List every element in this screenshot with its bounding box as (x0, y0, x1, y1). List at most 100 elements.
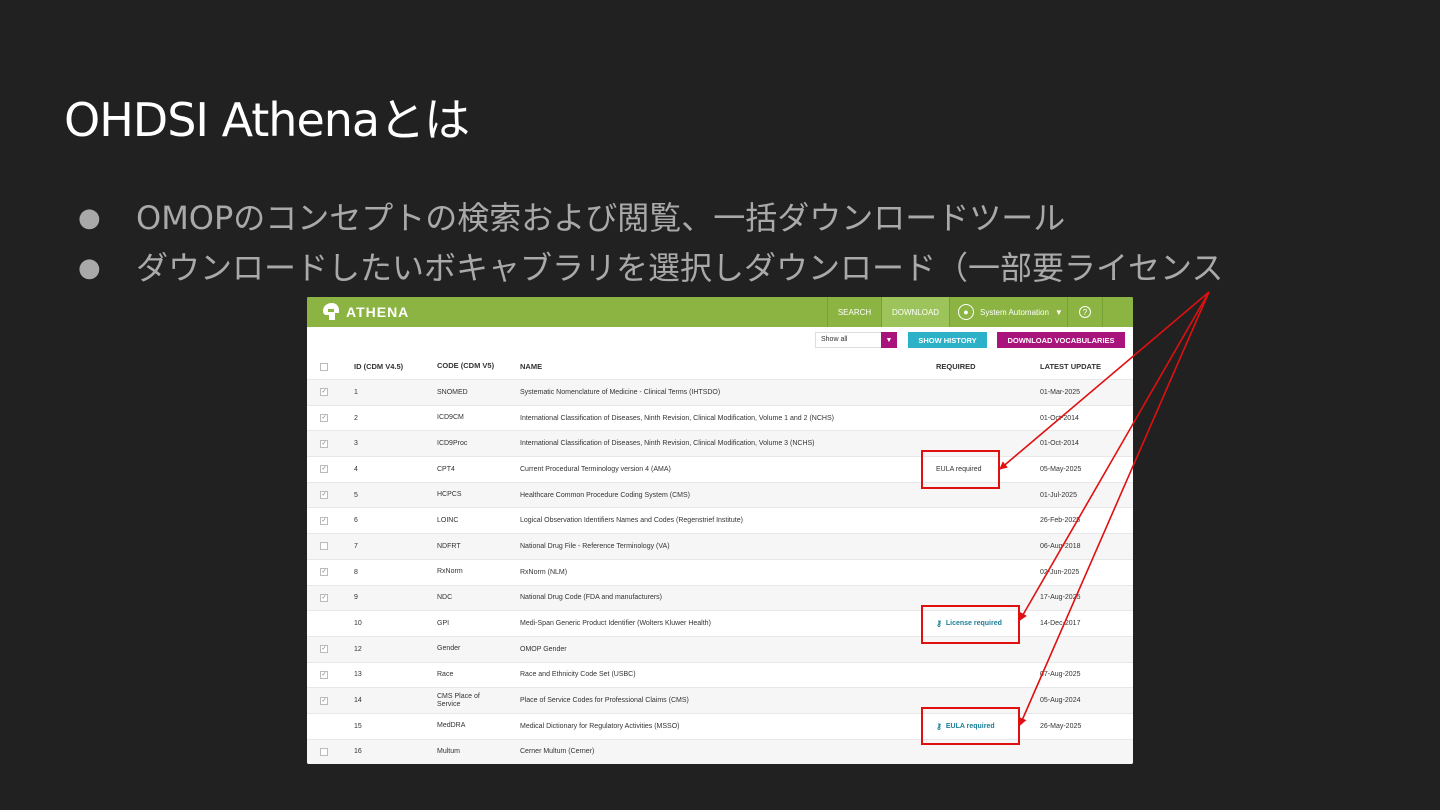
athena-helmet-icon (323, 303, 339, 320)
cell-latest-update: 06-Aug-2018 (1040, 542, 1081, 550)
cell-name: Healthcare Common Procedure Coding Syste… (520, 491, 691, 499)
cell-name: Logical Observation Identifiers Names an… (520, 517, 743, 525)
logo-text: ATHENA (346, 304, 410, 320)
cell-id: 6 (354, 517, 358, 525)
row-checkbox[interactable]: ✓ (320, 508, 330, 533)
cell-id: 5 (354, 491, 358, 499)
bullet-list: ● OMOPのコンセプトの検索および閲覧、一括ダウンロードツール ● ダウンロードし… (78, 196, 1223, 296)
cell-name: Current Procedural Terminology version 4… (520, 465, 671, 473)
slide-title: OHDSI Athenaとは (64, 93, 470, 147)
row-checkbox[interactable]: ✓ (320, 483, 330, 508)
cell-id: 12 (354, 645, 362, 653)
cell-code: ICD9Proc (437, 439, 468, 447)
help-button[interactable]: ? (1067, 297, 1103, 327)
table-row[interactable]: ✓ 1 SNOMED Systematic Nomenclature of Medic… (307, 379, 1133, 405)
cell-name: Cerner Multum (Cerner) (520, 748, 595, 756)
help-icon: ? (1079, 306, 1091, 318)
row-checkbox[interactable]: ✓ (320, 380, 330, 405)
bullet-text: ダウンロードしたいボキャブラリを選択しダウンロード（一部要ライセンス (136, 249, 1224, 287)
chevron-down-icon: ▼ (1054, 307, 1063, 317)
cell-id: 9 (354, 594, 358, 602)
cell-name: Systematic Nomenclature of Medicine - Cl… (520, 388, 721, 396)
chevron-down-icon[interactable]: ▼ (881, 332, 897, 348)
cell-latest-update: 01-Jul-2025 (1040, 491, 1077, 499)
bullet-glyph: ● (78, 203, 101, 233)
column-header-latest-update[interactable]: LATEST UPDATE (1040, 354, 1101, 379)
row-checkbox[interactable]: ✓ (320, 406, 330, 431)
cell-latest-update: 26-Feb-2025 (1040, 517, 1081, 525)
cell-code: RxNorm (437, 568, 463, 576)
bullet-item: ● OMOPのコンセプトの検索および閲覧、一括ダウンロードツール (78, 196, 1223, 246)
show-history-button[interactable]: SHOW HISTORY (908, 332, 987, 348)
table-row[interactable]: ✓ 5 HCPCS Healthcare Common Procedure Codin… (307, 481, 1133, 508)
athena-logo[interactable]: ATHENA (320, 302, 409, 322)
column-header-required[interactable]: REQUIRED (936, 354, 976, 379)
cell-latest-update: 17-Aug-2025 (1040, 594, 1081, 602)
cell-latest-update: 01-Oct-2014 (1040, 440, 1079, 448)
row-checkbox[interactable]: ✓ (320, 637, 330, 662)
cell-id: 1 (354, 388, 358, 396)
download-vocabularies-button[interactable]: DOWNLOAD VOCABULARIES (997, 332, 1125, 348)
row-checkbox (320, 714, 330, 739)
cell-latest-update: 14-Dec-2017 (1040, 620, 1081, 628)
cell-code: Race (437, 671, 454, 679)
cell-code: MedDRA (437, 722, 466, 730)
cell-id: 15 (354, 722, 362, 730)
row-checkbox[interactable]: ✓ (320, 688, 330, 713)
row-checkbox[interactable]: ✓ (320, 663, 330, 688)
table-row[interactable]: ✓ 13 Race Race and Ethnicity Code Set (USBC… (307, 661, 1133, 688)
table-row[interactable]: ✓ 3 ICD9Proc International Classification o… (307, 430, 1133, 457)
column-header-code[interactable]: CODE (CDM V5) (437, 354, 494, 379)
cell-id: 14 (354, 697, 362, 705)
cell-id: 13 (354, 671, 362, 679)
cell-id: 4 (354, 465, 358, 473)
annotation-box (921, 605, 1020, 644)
cell-latest-update: 05-Aug-2024 (1040, 697, 1081, 705)
cell-id: 8 (354, 568, 358, 576)
table-row[interactable]: ✓ 2 ICD9CM International Classification of … (307, 404, 1133, 431)
row-checkbox[interactable] (320, 740, 330, 764)
cell-id: 16 (354, 748, 362, 756)
athena-screenshot: ATHENA SEARCH DOWNLOAD ● System Automati… (307, 297, 1133, 764)
cell-latest-update: 07-Aug-2025 (1040, 671, 1081, 679)
nav-search[interactable]: SEARCH (827, 297, 881, 327)
cell-code: LOINC (437, 516, 459, 524)
bullet-item: ● ダウンロードしたいボキャブラリを選択しダウンロード（一部要ライセンス (78, 246, 1223, 296)
bullet-text: OMOPのコンセプトの検索および閲覧、一括ダウンロードツール (136, 199, 1066, 237)
cell-id: 7 (354, 542, 358, 550)
cell-latest-update: 05-May-2025 (1040, 465, 1082, 473)
row-checkbox[interactable]: ✓ (320, 560, 330, 585)
cell-code: ICD9CM (437, 414, 464, 422)
row-checkbox[interactable]: ✓ (320, 431, 330, 456)
cell-latest-update: 01-Oct-2014 (1040, 414, 1079, 422)
user-name: System Automation (980, 307, 1049, 317)
annotation-box (921, 450, 1000, 489)
top-navbar: ATHENA SEARCH DOWNLOAD ● System Automati… (307, 297, 1133, 327)
row-checkbox[interactable]: ✓ (320, 457, 330, 482)
cell-latest-update: 26-May-2025 (1040, 722, 1082, 730)
cell-latest-update: 01-Mar-2025 (1040, 388, 1081, 396)
row-checkbox (320, 611, 330, 636)
nav-download[interactable]: DOWNLOAD (881, 297, 949, 327)
select-all-checkbox[interactable] (320, 354, 330, 379)
cell-code: CMS Place of Service (437, 692, 480, 708)
cell-name: National Drug File - Reference Terminolo… (520, 542, 670, 550)
table-row[interactable]: ✓ 4 CPT4 Current Procedural Terminology ver… (307, 456, 1133, 482)
table-row[interactable]: ✓ 6 LOINC Logical Observation Identifiers N… (307, 507, 1133, 534)
column-header-name[interactable]: NAME (520, 354, 542, 379)
table-row[interactable]: 7 NDFRT National Drug File - Reference Ter… (307, 533, 1133, 559)
bullet-glyph: ● (78, 253, 101, 283)
row-checkbox[interactable]: ✓ (320, 586, 330, 611)
cell-code: SNOMED (437, 388, 468, 396)
cell-id: 10 (354, 620, 362, 628)
row-checkbox[interactable] (320, 534, 330, 559)
column-header-id[interactable]: ID (CDM V4.5) (354, 354, 403, 379)
cell-name: National Drug Code (FDA and manufacturer… (520, 594, 663, 602)
user-menu[interactable]: ● System Automation ▼ (949, 297, 1067, 327)
cell-code: GPI (437, 619, 450, 627)
cell-code: NDC (437, 594, 453, 601)
table-header: ID (CDM V4.5) CODE (CDM V5) NAME REQUIRE… (307, 354, 1133, 379)
cell-latest-update: 02-Jun-2025 (1040, 568, 1080, 576)
table-row[interactable]: ✓ 8 RxNorm RxNorm (NLM) 02-Jun-2025 (307, 558, 1133, 585)
cell-id: 3 (354, 440, 358, 448)
